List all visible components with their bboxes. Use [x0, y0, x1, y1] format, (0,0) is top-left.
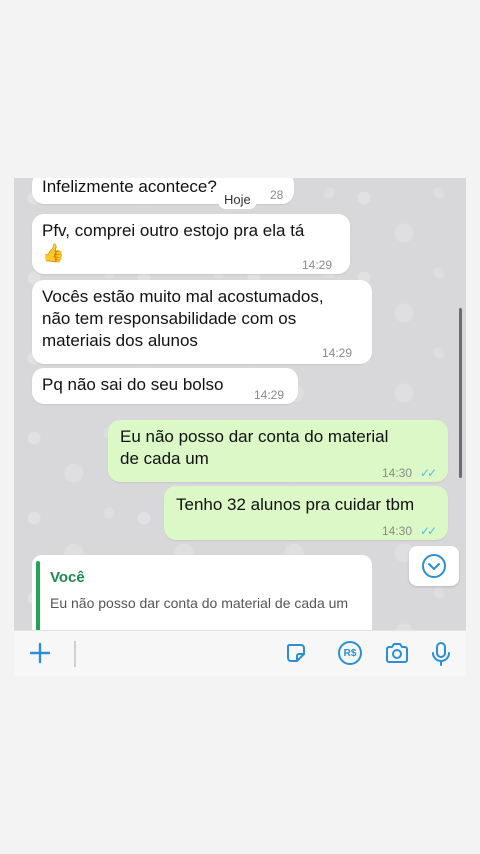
- date-chip: Hoje: [218, 190, 257, 209]
- sticker-icon[interactable]: [284, 641, 308, 665]
- message-text: Pfv, comprei outro estojo pra ela tá: [42, 221, 305, 240]
- message-text: Tenho 32 alunos pra cuidar tbm: [176, 495, 415, 514]
- message-time: 14:30: [382, 466, 413, 480]
- message-time: 14:29: [302, 258, 333, 272]
- thumbs-up-icon: 👍: [42, 243, 65, 263]
- message-outgoing[interactable]: Eu não posso dar conta do material de ca…: [108, 420, 448, 482]
- reply-sender: Você: [50, 569, 85, 586]
- message-incoming[interactable]: Vocês estão muito mal acostumados, não t…: [32, 280, 372, 364]
- chat-scrollbar[interactable]: [459, 308, 462, 478]
- payment-label: R$: [343, 647, 357, 659]
- scroll-to-bottom-button[interactable]: [409, 546, 459, 586]
- message-outgoing[interactable]: Tenho 32 alunos pra cuidar tbm 14:30 ✓✓: [164, 486, 448, 540]
- reply-preview[interactable]: Você Eu não posso dar conta do material …: [32, 555, 372, 635]
- chat-background: Infelizmente acontece? 28 Hoje Pfv, comp…: [14, 178, 466, 635]
- chevron-down-icon: [422, 554, 446, 578]
- read-receipt-icon: ✓✓: [420, 524, 437, 538]
- text-cursor[interactable]: [74, 641, 76, 667]
- message-text: Pq não sai do seu bolso: [42, 375, 224, 394]
- payment-icon[interactable]: R$: [338, 641, 362, 665]
- message-incoming[interactable]: Pq não sai do seu bolso 14:29: [32, 368, 298, 404]
- message-time: 28: [270, 188, 284, 202]
- reply-quoted-text: Eu não posso dar conta do material de ca…: [50, 595, 349, 611]
- message-time: 14:29: [254, 388, 285, 402]
- message-time: 14:29: [322, 346, 353, 360]
- message-text: Vocês estão muito mal acostumados, não t…: [42, 287, 324, 350]
- microphone-icon[interactable]: [430, 641, 452, 667]
- message-time: 14:30: [382, 524, 413, 538]
- chat-window: Infelizmente acontece? 28 Hoje Pfv, comp…: [14, 178, 466, 676]
- camera-icon[interactable]: [384, 641, 410, 665]
- message-incoming[interactable]: Pfv, comprei outro estojo pra ela tá 👍 1…: [32, 214, 350, 274]
- reply-accent-bar: [36, 561, 40, 633]
- plus-icon[interactable]: [28, 641, 52, 665]
- read-receipt-icon: ✓✓: [420, 466, 437, 480]
- message-input-bar: R$: [14, 630, 466, 676]
